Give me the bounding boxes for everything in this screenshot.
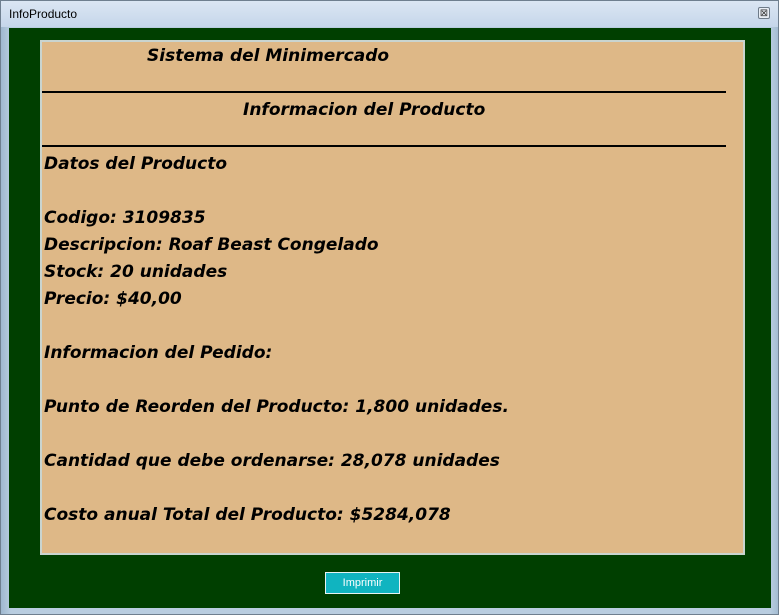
reorder-point-line: Punto de Reorden del Producto: 1,800 uni… <box>44 397 509 417</box>
print-button[interactable]: Imprimir <box>325 572 400 594</box>
system-name: Sistema del Minimercado <box>147 46 390 66</box>
title-bar[interactable]: InfoProducto ⊠ <box>1 1 778 27</box>
descripcion-line: Descripcion: Roaf Beast Congelado <box>44 235 379 255</box>
window-title: InfoProducto <box>9 7 78 21</box>
client-area: Sistema del Minimercado Informacion del … <box>9 28 771 608</box>
divider-top <box>42 91 726 93</box>
order-quantity-line: Cantidad que debe ordenarse: 28,078 unid… <box>44 451 500 471</box>
close-icon[interactable]: ⊠ <box>758 7 770 19</box>
section-title: Informacion del Producto <box>243 100 486 120</box>
product-header: Datos del Producto <box>44 154 228 174</box>
annual-cost-line: Costo anual Total del Producto: $5284,07… <box>44 505 451 525</box>
codigo-line: Codigo: 3109835 <box>44 208 206 228</box>
precio-line: Precio: $40,00 <box>44 289 182 309</box>
stock-line: Stock: 20 unidades <box>44 262 228 282</box>
report-panel: Sistema del Minimercado Informacion del … <box>40 40 745 555</box>
order-header: Informacion del Pedido: <box>44 343 273 363</box>
divider-bottom <box>42 145 726 147</box>
infoproducto-window: InfoProducto ⊠ Sistema del Minimercado I… <box>0 0 779 615</box>
